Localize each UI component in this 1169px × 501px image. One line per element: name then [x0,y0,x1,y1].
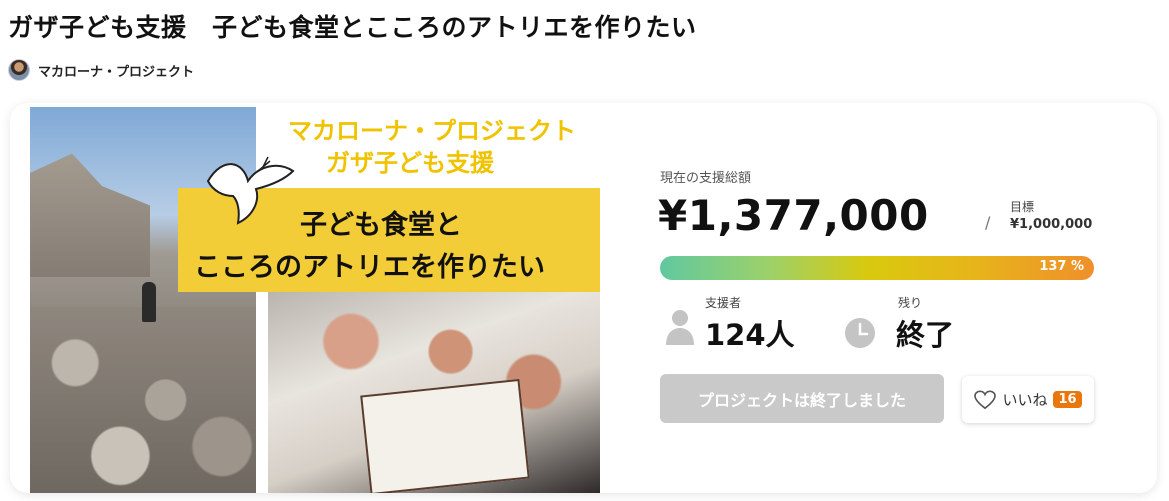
hero-main-title-line2: こころのアトリエを作りたい [194,252,545,283]
like-label: いいね [1002,391,1048,409]
total-label: 現在の支援総額 [660,171,752,186]
avatar[interactable] [8,59,30,81]
hero-subtitle: ガザ子ども支援 [326,149,494,177]
progress-bar: 137 % [660,256,1094,280]
cyclist-figure [142,282,156,322]
goal-label: 目標 [1010,200,1035,214]
total-amount: ¥1,377,000 [658,191,929,240]
ruined-building [30,153,150,277]
supporters-label: 支援者 [705,296,742,310]
rubble-pile [30,307,256,493]
dove-icon [206,156,295,225]
page-title: ガザ子ども支援 子ども食堂とこころのアトリエを作りたい [8,13,697,42]
owner-name[interactable]: マカローナ・プロジェクト [38,61,194,80]
like-count-badge: 16 [1053,391,1082,408]
goal-amount: ¥1,000,000 [1010,217,1093,232]
heart-icon [974,390,997,409]
person-icon [666,310,694,345]
progress-percent: 137 % [1039,259,1084,274]
hero-org-name: マカローナ・プロジェクト [288,117,576,145]
drawing-paper [360,378,530,493]
like-button[interactable]: いいね 16 [962,376,1094,423]
goal-separator: / [985,213,991,232]
funding-stats: 現在の支援総額 ¥1,377,000 / 目標 ¥1,000,000 137 %… [658,103,1140,493]
remaining-label: 残り [898,296,923,310]
hero-image: マカローナ・プロジェクト ガザ子ども支援 子ども食堂と こころのアトリエを作りた… [30,107,600,493]
project-ended-button[interactable]: プロジェクトは終了しました [660,374,944,423]
supporters-count: 124人 [705,318,795,352]
hero-main-title-line1: 子ども食堂と [300,210,462,241]
project-card: マカローナ・プロジェクト ガザ子ども支援 子ども食堂と こころのアトリエを作りた… [10,103,1157,493]
project-owner[interactable]: マカローナ・プロジェクト [8,59,194,81]
remaining-value: 終了 [896,318,955,352]
clock-icon [845,318,875,348]
